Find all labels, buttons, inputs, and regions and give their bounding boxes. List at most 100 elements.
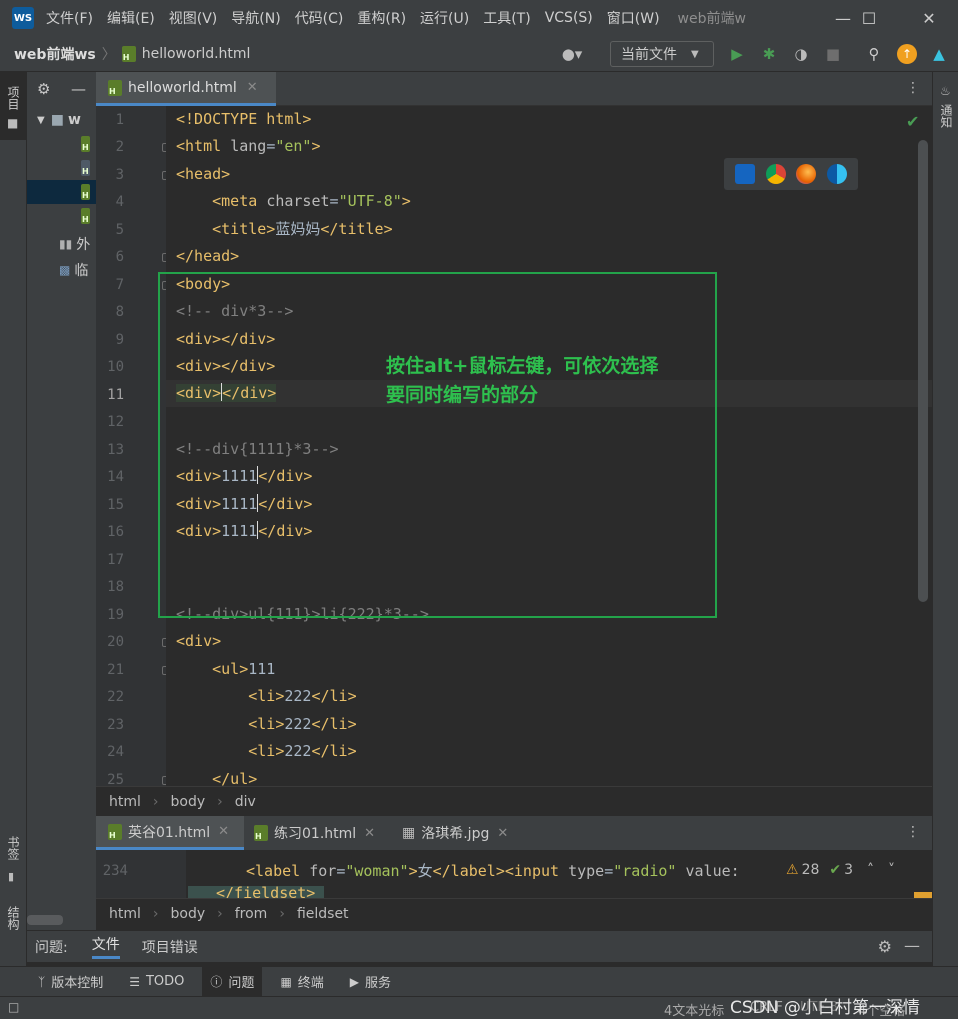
- tree-external-libraries[interactable]: ▮▮ 外: [27, 232, 96, 256]
- breadcrumb-item[interactable]: html: [109, 794, 141, 810]
- code-line-2: <html lang="en">: [176, 133, 321, 160]
- tool-terminal[interactable]: ▦ 终端: [272, 967, 331, 997]
- line-number: 3: [115, 167, 124, 183]
- menu-tools[interactable]: 工具(T): [483, 8, 530, 28]
- tree-file-item[interactable]: [27, 132, 96, 156]
- menu-edit[interactable]: 编辑(E): [107, 8, 155, 28]
- run-config-select[interactable]: 当前文件 ▼: [610, 41, 714, 67]
- line-number: 14: [107, 469, 124, 485]
- status-caret-info[interactable]: 4文本光标: [664, 1000, 724, 1019]
- tab-lianxi01[interactable]: 练习01.html ✕: [254, 816, 375, 850]
- tree-scratches[interactable]: ▩ 临: [27, 258, 96, 282]
- tab-yinggu01[interactable]: 英谷01.html ✕: [96, 816, 244, 850]
- more-options-icon[interactable]: ⋮: [906, 824, 920, 840]
- run-config-label: 当前文件: [621, 47, 677, 63]
- breadcrumb-item[interactable]: fieldset: [297, 906, 349, 922]
- code-editor[interactable]: <!DOCTYPE html> <html lang="en"> <head> …: [166, 106, 932, 786]
- code-line-5: <title>蓝妈妈</title>: [176, 216, 393, 243]
- tool-services[interactable]: ▶ 服务: [342, 967, 399, 997]
- ok-count: 3: [844, 862, 854, 878]
- tool-label: 问题: [228, 976, 255, 991]
- close-icon[interactable]: ✕: [497, 826, 508, 841]
- tree-root[interactable]: ▼ ■ w: [27, 108, 96, 132]
- tool-vcs[interactable]: ᛉ 版本控制: [30, 967, 111, 997]
- gear-icon[interactable]: ⚙: [37, 80, 50, 98]
- second-code-editor[interactable]: 234 <label for="woman">女</label><input t…: [96, 850, 932, 898]
- bookmarks-tool-button[interactable]: 书签: [5, 836, 22, 860]
- menu-refactor[interactable]: 重构(R): [357, 8, 406, 28]
- close-icon[interactable]: ✕: [218, 824, 229, 839]
- breadcrumb-project[interactable]: web前端ws: [14, 44, 96, 64]
- breadcrumb-item[interactable]: html: [109, 906, 141, 922]
- tree-file-item[interactable]: [27, 204, 96, 228]
- tree-file-item-selected[interactable]: [27, 180, 96, 204]
- check-icon[interactable]: ✔: [906, 112, 919, 131]
- breadcrumb-item[interactable]: body: [171, 906, 206, 922]
- code-token: "UTF-8": [338, 192, 402, 210]
- line-number: 19: [107, 607, 124, 623]
- user-dropdown-icon[interactable]: ●▾: [556, 44, 588, 64]
- chevron-down-icon: ▼: [691, 48, 699, 60]
- code-line-234: <label for="woman">女</label><input type=…: [246, 858, 740, 885]
- hide-icon[interactable]: —: [71, 80, 86, 98]
- project-tool-button[interactable]: 项目: [5, 86, 22, 110]
- tab-project-errors[interactable]: 项目错误: [142, 937, 198, 957]
- tree-file-item[interactable]: [27, 156, 96, 180]
- more-options-icon[interactable]: ⋮: [906, 80, 920, 96]
- horizontal-scrollbar[interactable]: [27, 915, 63, 925]
- line-number: 4: [115, 194, 124, 210]
- notifications-tool-button[interactable]: 通知: [938, 104, 955, 128]
- coverage-icon[interactable]: ◑: [791, 44, 811, 64]
- chevron-down-icon[interactable]: ˅: [888, 862, 895, 878]
- right-tool-strip: ♨ 通知: [932, 72, 958, 992]
- firefox-icon[interactable]: [796, 164, 817, 184]
- gear-icon[interactable]: ⚙: [878, 937, 892, 956]
- menu-run[interactable]: 运行(U): [420, 8, 469, 28]
- menu-vcs[interactable]: VCS(S): [545, 10, 593, 26]
- menu-navigate[interactable]: 导航(N): [231, 8, 280, 28]
- menu-window[interactable]: 窗口(W): [607, 8, 660, 28]
- menu-view[interactable]: 视图(V): [169, 8, 218, 28]
- code-token: charset: [266, 192, 330, 210]
- run-icon[interactable]: ▶: [727, 44, 747, 64]
- structure-tool-button[interactable]: 结构: [5, 906, 22, 930]
- hide-icon[interactable]: —: [904, 936, 920, 955]
- close-icon[interactable]: ✕: [247, 80, 258, 95]
- tab-file[interactable]: 文件: [91, 934, 120, 959]
- code-token: <!-- div*3-->: [176, 302, 294, 320]
- chrome-icon[interactable]: [765, 164, 786, 184]
- code-line-20: <div>: [176, 628, 221, 655]
- line-number: 234: [102, 863, 128, 879]
- search-icon[interactable]: ⚲: [864, 44, 884, 64]
- breadcrumb-item[interactable]: div: [235, 794, 256, 810]
- line-number: 1: [115, 112, 124, 128]
- tool-window-bar: ᛉ 版本控制 ☰ TODO ⓘ 问题 ▦ 终端 ▶ 服务: [0, 966, 958, 997]
- layout-icon[interactable]: □: [8, 1000, 19, 1014]
- tab-image[interactable]: ▦ 洛琪希.jpg ✕: [402, 816, 508, 850]
- vertical-scrollbar[interactable]: [918, 140, 928, 602]
- update-icon[interactable]: ↑: [897, 44, 917, 64]
- code-token: </div>: [258, 467, 313, 485]
- close-icon[interactable]: ✕: [906, 0, 952, 36]
- line-number: 13: [107, 442, 124, 458]
- breadcrumb-item[interactable]: from: [235, 906, 268, 922]
- maximize-icon[interactable]: ☐: [846, 0, 892, 36]
- chevron-right-icon: ›: [152, 905, 159, 922]
- menu-file[interactable]: 文件(F): [46, 8, 93, 28]
- webstorm-browser-icon[interactable]: [735, 164, 756, 184]
- tool-problems[interactable]: ⓘ 问题: [202, 966, 263, 997]
- tool-todo[interactable]: ☰ TODO: [121, 967, 192, 997]
- debug-icon[interactable]: ✱: [759, 44, 779, 64]
- code-token: <div>: [176, 522, 222, 540]
- toolbox-icon[interactable]: ▲: [929, 44, 949, 64]
- stop-icon[interactable]: ■: [823, 44, 843, 64]
- inspection-widget[interactable]: ⚠ 28 ✔ 3 ˄ ˅: [786, 858, 932, 882]
- edge-icon[interactable]: [826, 164, 847, 184]
- breadcrumb-item[interactable]: body: [171, 794, 206, 810]
- tab-helloworld[interactable]: helloworld.html ✕: [96, 72, 276, 106]
- chevron-up-icon[interactable]: ˄: [867, 862, 874, 878]
- code-token: >: [311, 137, 321, 155]
- menu-code[interactable]: 代码(C): [295, 8, 344, 28]
- close-icon[interactable]: ✕: [364, 826, 375, 841]
- breadcrumb-file[interactable]: helloworld.html: [142, 46, 251, 62]
